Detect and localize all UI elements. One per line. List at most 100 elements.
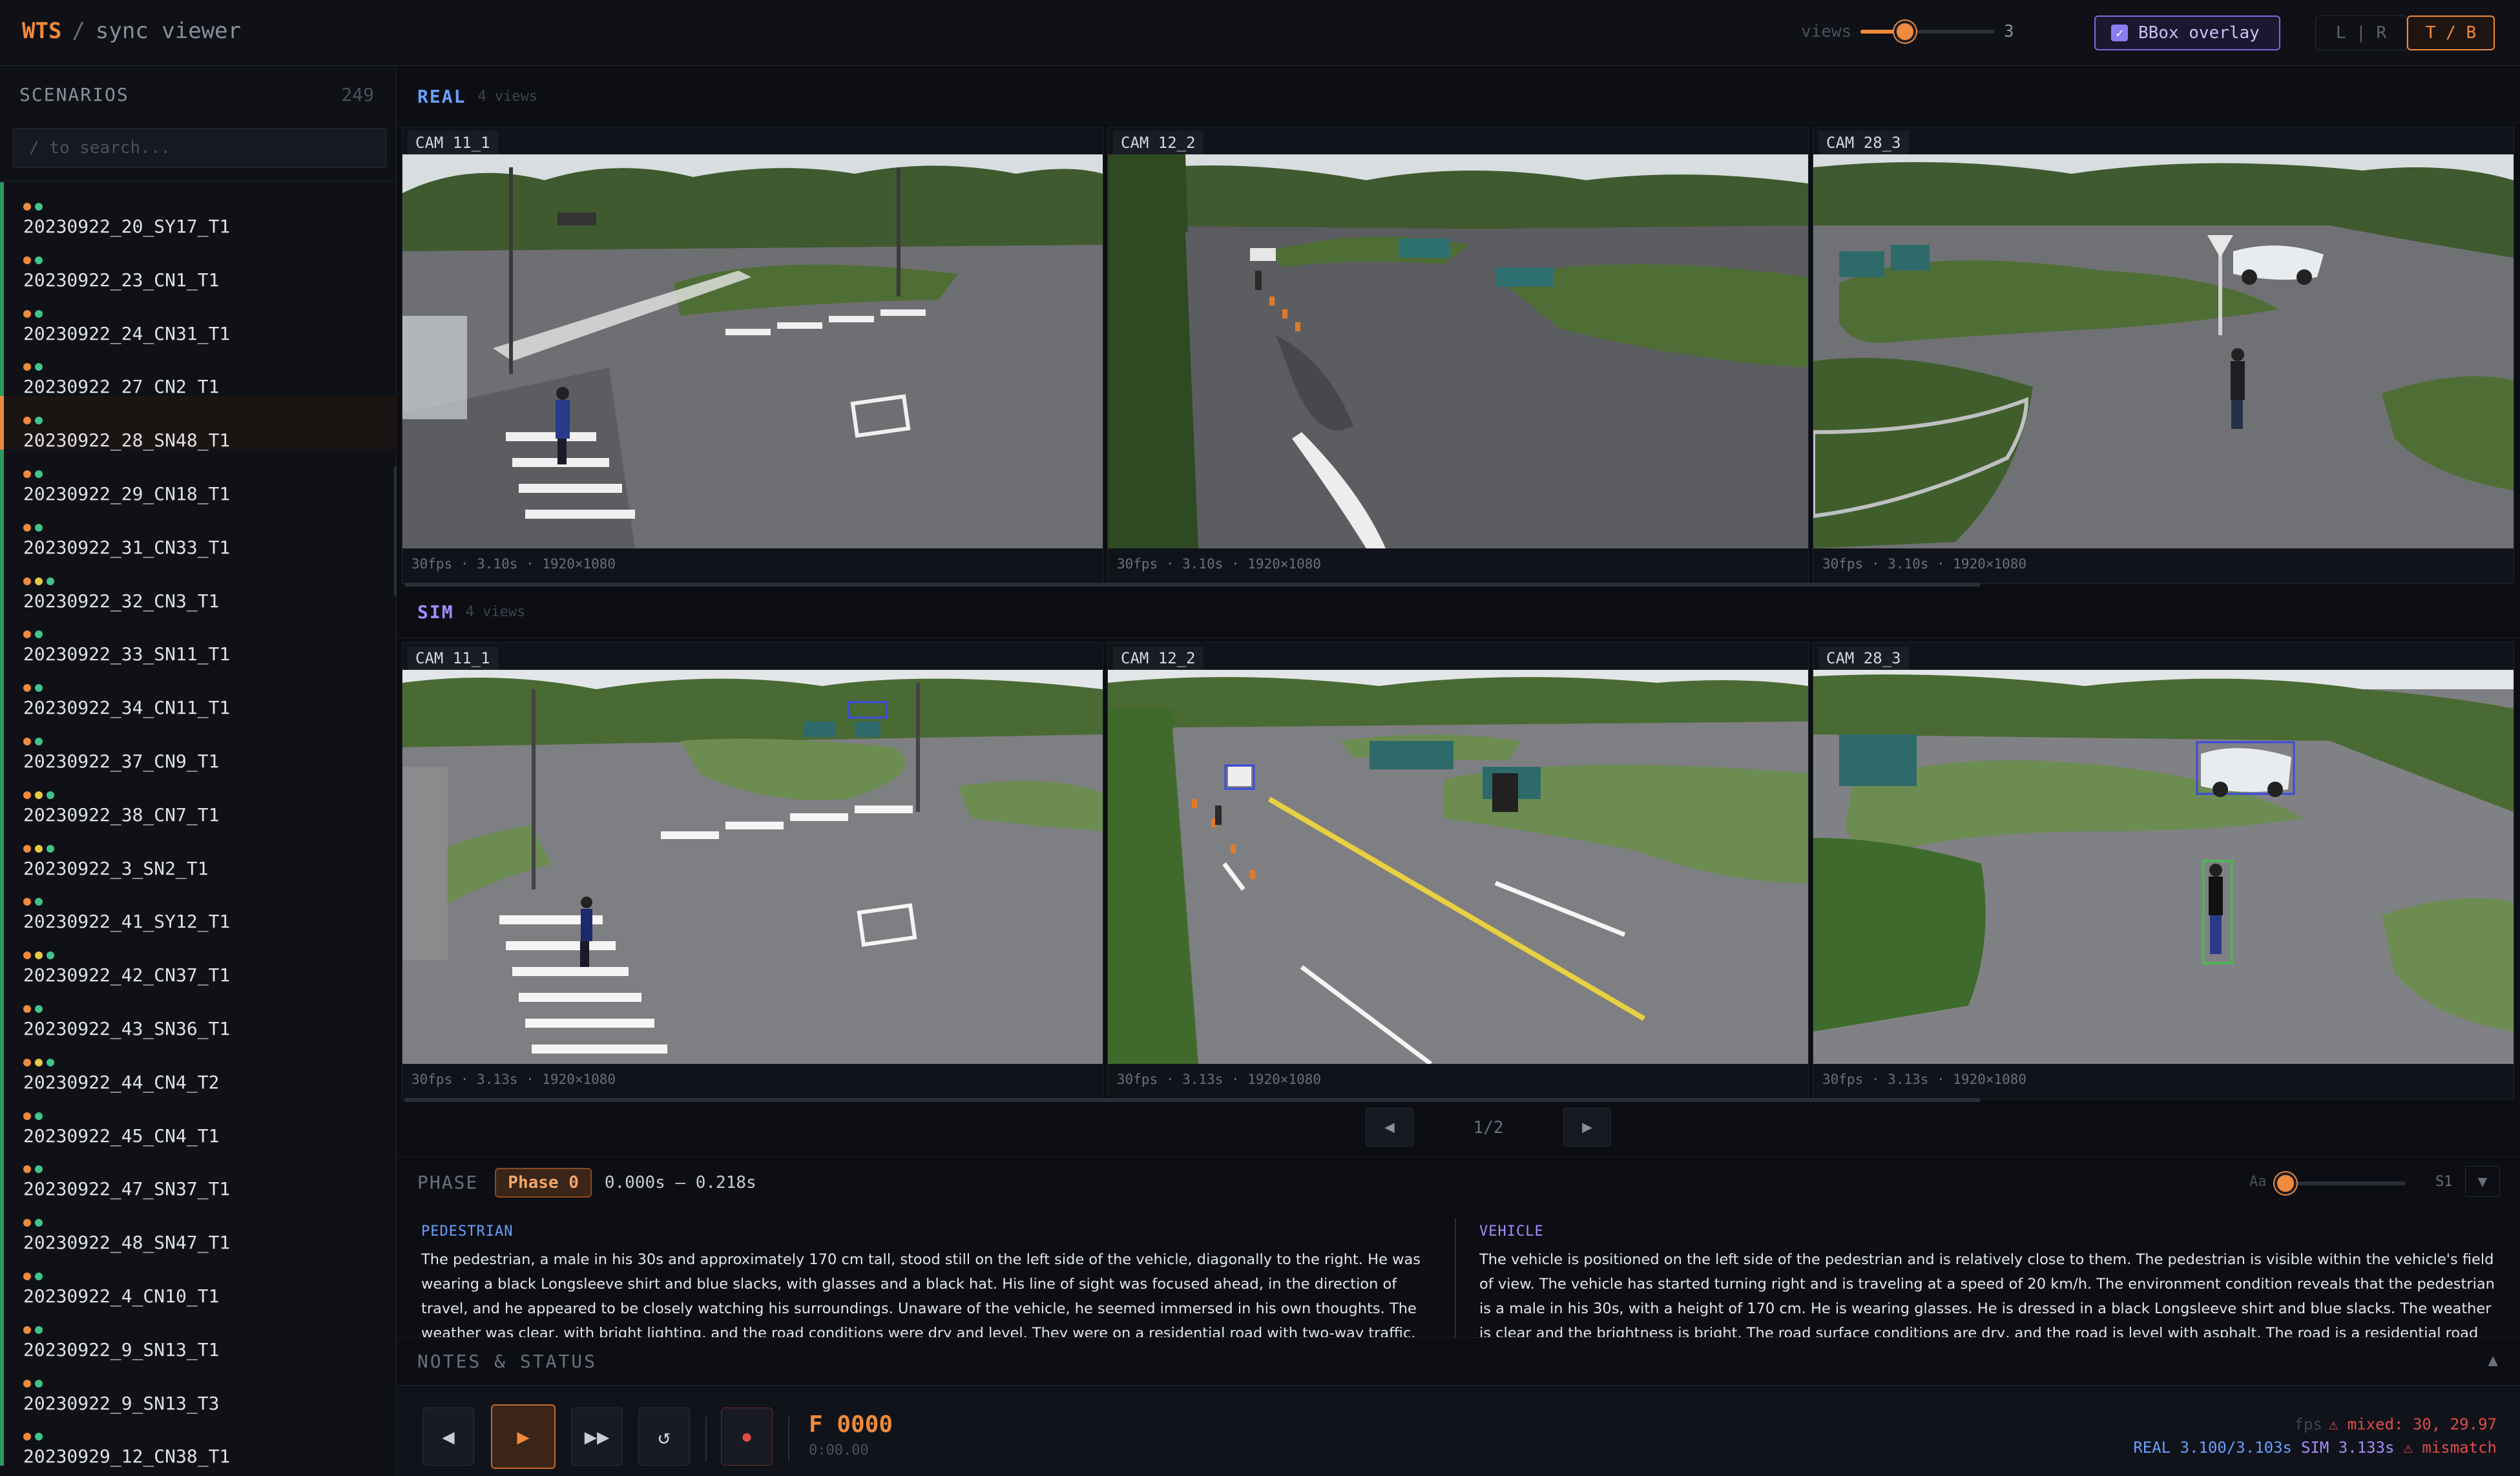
scenario-list-item[interactable]: 20230922_20_SY17_T1 bbox=[0, 182, 397, 237]
scenario-list-item[interactable]: 20230922_45_CN4_T1 bbox=[0, 1091, 397, 1147]
scenario-name: 20230922_44_CN4_T2 bbox=[23, 1071, 220, 1093]
scenario-list-item[interactable]: 20230922_3_SN2_T1 bbox=[0, 824, 397, 879]
layout-top-bottom-button[interactable]: T / B bbox=[2407, 16, 2495, 50]
status-dots bbox=[23, 684, 47, 692]
checkbox-checked-icon[interactable]: ✓ bbox=[2111, 25, 2128, 41]
scenario-list-item[interactable]: 20230922_43_SN36_T1 bbox=[0, 984, 397, 1039]
sim-section-header: SIM 4 views bbox=[397, 587, 2520, 638]
status-dot-icon bbox=[35, 256, 43, 264]
scenario-name: 20230922_32_CN3_T1 bbox=[23, 590, 220, 612]
status-dot-icon bbox=[23, 1058, 31, 1066]
sim-row-scrollbar[interactable] bbox=[404, 1098, 1981, 1102]
scenario-name: 20230922_34_CN11_T1 bbox=[23, 697, 231, 719]
views-value: 3 bbox=[2004, 22, 2014, 41]
status-dots bbox=[23, 470, 47, 478]
scenario-list-item[interactable]: 20230922_4_CN10_T1 bbox=[0, 1251, 397, 1307]
sim-section-title: SIM bbox=[417, 601, 454, 623]
status-dots bbox=[23, 309, 47, 318]
phase-selector[interactable]: Phase 0 bbox=[495, 1167, 592, 1198]
scenario-name: 20230929_12_CN38_T1 bbox=[23, 1446, 231, 1468]
scenario-list-item[interactable]: 20230922_34_CN11_T1 bbox=[0, 663, 397, 719]
scenario-search-input[interactable] bbox=[13, 128, 386, 168]
cam-info: 30fps · 3.10s · 1920×1080 bbox=[1822, 556, 2027, 572]
scenario-name: 20230922_48_SN47_T1 bbox=[23, 1232, 231, 1254]
sim-cam-28-3-image bbox=[1813, 670, 2514, 1064]
fast-forward-button[interactable]: ▶▶ bbox=[571, 1408, 623, 1466]
status-dot-icon bbox=[47, 791, 54, 799]
bbox-overlay-toggle[interactable]: ✓ BBox overlay bbox=[2094, 16, 2280, 50]
sim-cam-view[interactable]: CAM 12_2 30fps · 3.13s · 1920×1080 bbox=[1107, 642, 1809, 1099]
real-cam-view[interactable]: CAM 12_2 30fps · 3.10s · 1920×1080 bbox=[1107, 127, 1809, 584]
chevron-up-icon[interactable]: ▲ bbox=[2488, 1351, 2498, 1370]
views-slider-handle[interactable] bbox=[1893, 21, 1916, 43]
play-button[interactable]: ▶ bbox=[491, 1404, 556, 1469]
status-dot-icon bbox=[23, 1112, 31, 1120]
status-dot-icon bbox=[23, 684, 31, 692]
status-dots bbox=[23, 1165, 47, 1174]
scenario-list-item[interactable]: 20230922_42_CN37_T1 bbox=[0, 931, 397, 986]
scenario-list-item[interactable]: 20230922_27_CN2_T1 bbox=[0, 342, 397, 397]
cam-label: CAM 12_2 bbox=[1113, 647, 1203, 670]
status-dot-icon bbox=[35, 1165, 43, 1174]
notes-status-bar[interactable]: NOTES & STATUS ▲ bbox=[397, 1337, 2520, 1385]
sim-cam-view[interactable]: CAM 28_3 30fps · 3.13s · 1920×1080 bbox=[1813, 642, 2514, 1099]
chevron-down-icon[interactable]: ▼ bbox=[2465, 1166, 2500, 1197]
font-size-slider-handle[interactable] bbox=[2275, 1172, 2296, 1194]
status-dot-icon bbox=[47, 1058, 54, 1066]
sim-cam-11-1-image bbox=[402, 670, 1103, 1064]
status-dots bbox=[23, 1379, 47, 1388]
real-cam-view[interactable]: CAM 11_1 30fps · 3.10s · 1920×1080 bbox=[402, 127, 1103, 584]
scenario-list-item[interactable]: 20230922_44_CN4_T2 bbox=[0, 1037, 397, 1093]
scenario-list-item[interactable]: 20230922_37_CN9_T1 bbox=[0, 716, 397, 772]
scenario-list-item[interactable]: 20230922_38_CN7_T1 bbox=[0, 770, 397, 826]
prev-page-button[interactable]: ◀ bbox=[1366, 1108, 1413, 1147]
transport-controls: ◀ ▶ ▶▶ ↺ ● F 0000 0:00.00 fps ⚠ mixed: 30… bbox=[397, 1385, 2520, 1476]
loop-button[interactable]: ↺ bbox=[638, 1408, 690, 1466]
scenario-name: 20230922_9_SN13_T1 bbox=[23, 1338, 220, 1360]
real-duration: REAL 3.100/3.103s bbox=[2133, 1439, 2292, 1457]
scenario-list-item[interactable]: 20230922_31_CN33_T1 bbox=[0, 503, 397, 558]
status-dot-icon bbox=[23, 1004, 31, 1013]
scenario-name: 20230922_20_SY17_T1 bbox=[23, 216, 231, 237]
scenario-list-item[interactable]: 20230922_29_CN18_T1 bbox=[0, 449, 397, 504]
views-slider[interactable] bbox=[1860, 21, 1995, 43]
phase-bar: PHASE Phase 0 0.000s – 0.218s Aa S1 ▼ bbox=[397, 1156, 2520, 1208]
scenario-list-item[interactable]: 20230922_33_SN11_T1 bbox=[0, 610, 397, 665]
scenario-list-item[interactable]: 20230922_9_SN13_T1 bbox=[0, 1305, 397, 1360]
transport-divider bbox=[705, 1417, 707, 1462]
scenario-list: 20230922_20_SY17_T1 20230922_23_CN1_T1 202… bbox=[0, 182, 397, 1468]
scenario-list-item[interactable]: 20230922_32_CN3_T1 bbox=[0, 556, 397, 612]
scenario-name: 20230922_28_SN48_T1 bbox=[23, 430, 231, 452]
real-section-title: REAL bbox=[417, 86, 466, 107]
scenario-list-item[interactable]: 20230922_24_CN31_T1 bbox=[0, 289, 397, 344]
camera-frame bbox=[402, 670, 1103, 1064]
scenario-list-item[interactable]: 20230929_12_CN38_T1 bbox=[0, 1412, 397, 1468]
camera-frame bbox=[402, 154, 1103, 548]
status-dots bbox=[23, 737, 47, 745]
scenario-list-item[interactable]: 20230922_47_SN37_T1 bbox=[0, 1145, 397, 1200]
status-dot-icon bbox=[23, 737, 31, 745]
scenario-name: 20230922_42_CN37_T1 bbox=[23, 964, 231, 986]
font-size-slider[interactable] bbox=[2275, 1172, 2406, 1194]
step-back-button[interactable]: ◀ bbox=[422, 1408, 474, 1466]
scenario-list-item[interactable]: 20230922_23_CN1_T1 bbox=[0, 235, 397, 291]
scenario-list-item[interactable]: 20230922_28_SN48_T1 bbox=[0, 396, 397, 452]
layout-left-right-button[interactable]: L | R bbox=[2315, 16, 2407, 50]
sidebar-title: SCENARIOS bbox=[19, 84, 129, 105]
real-cam-view[interactable]: CAM 28_3 30fps · 3.10s · 1920×1080 bbox=[1813, 127, 2514, 584]
status-dot-icon bbox=[35, 1112, 43, 1120]
scenario-name: 20230922_45_CN4_T1 bbox=[23, 1125, 220, 1147]
status-dot-icon bbox=[23, 256, 31, 264]
status-dot-icon bbox=[35, 577, 43, 585]
scenario-name: 20230922_23_CN1_T1 bbox=[23, 269, 220, 291]
sim-cam-view[interactable]: CAM 11_1 30fps · 3.13s · 1920×1080 bbox=[402, 642, 1103, 1099]
record-button[interactable]: ● bbox=[721, 1408, 773, 1466]
next-page-button[interactable]: ▶ bbox=[1563, 1108, 1611, 1147]
status-dot-icon bbox=[35, 951, 43, 960]
scenario-list-item[interactable]: 20230922_41_SY12_T1 bbox=[0, 877, 397, 932]
scenario-list-item[interactable]: 20230922_48_SN47_T1 bbox=[0, 1198, 397, 1254]
scenario-list-item[interactable]: 20230922_9_SN13_T3 bbox=[0, 1358, 397, 1414]
vehicle-heading: VEHICLE bbox=[1479, 1223, 1544, 1240]
status-dot-icon bbox=[35, 309, 43, 318]
status-dot-icon bbox=[35, 1219, 43, 1227]
